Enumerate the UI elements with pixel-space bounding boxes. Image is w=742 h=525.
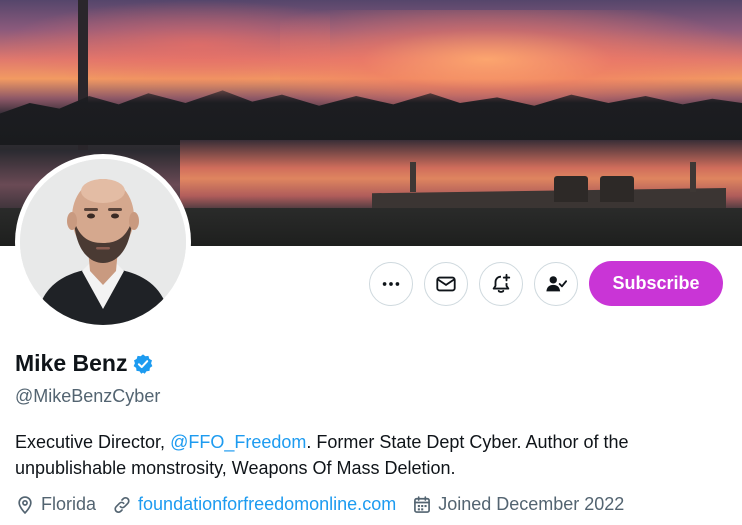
banner-chair (600, 176, 634, 202)
website-link[interactable]: foundationforfreedomonline.com (138, 494, 396, 515)
bio-mention-link[interactable]: @FFO_Freedom (170, 432, 306, 452)
profile-bio: Executive Director, @FFO_Freedom. Former… (15, 429, 715, 481)
calendar-icon (414, 495, 431, 513)
avatar-portrait-icon (20, 159, 186, 325)
turn-on-notifications-button[interactable] (479, 262, 523, 306)
banner-chair (554, 176, 588, 202)
profile-avatar[interactable] (15, 154, 191, 330)
following-button[interactable] (534, 262, 578, 306)
profile-joined-date: Joined December 2022 (412, 494, 624, 515)
more-options-button[interactable] (369, 262, 413, 306)
joined-text: Joined December 2022 (438, 494, 625, 514)
profile-website[interactable]: foundationforfreedomonline.com (112, 494, 396, 515)
ellipsis-icon (382, 282, 400, 286)
envelope-icon (436, 276, 456, 292)
bell-plus-icon (492, 273, 511, 293)
banner-dock-post (690, 162, 696, 192)
subscribe-button[interactable]: Subscribe (589, 261, 723, 306)
avatar-photo (20, 159, 186, 325)
bio-text: Executive Director, (15, 432, 171, 452)
location-pin-icon (18, 495, 32, 514)
person-check-icon (546, 276, 567, 292)
display-name: Mike Benz (15, 350, 128, 376)
profile-meta-row: Florida foundationforfreedomonline.com J… (15, 494, 640, 515)
banner-dock-post (410, 162, 416, 192)
link-icon (114, 496, 130, 513)
profile-name-row: Mike Benz (15, 350, 154, 377)
message-button[interactable] (424, 262, 468, 306)
profile-location: Florida (15, 494, 96, 515)
profile-handle: @MikeBenzCyber (15, 386, 161, 406)
location-text: Florida (41, 494, 97, 514)
verified-badge-icon[interactable] (132, 353, 154, 375)
